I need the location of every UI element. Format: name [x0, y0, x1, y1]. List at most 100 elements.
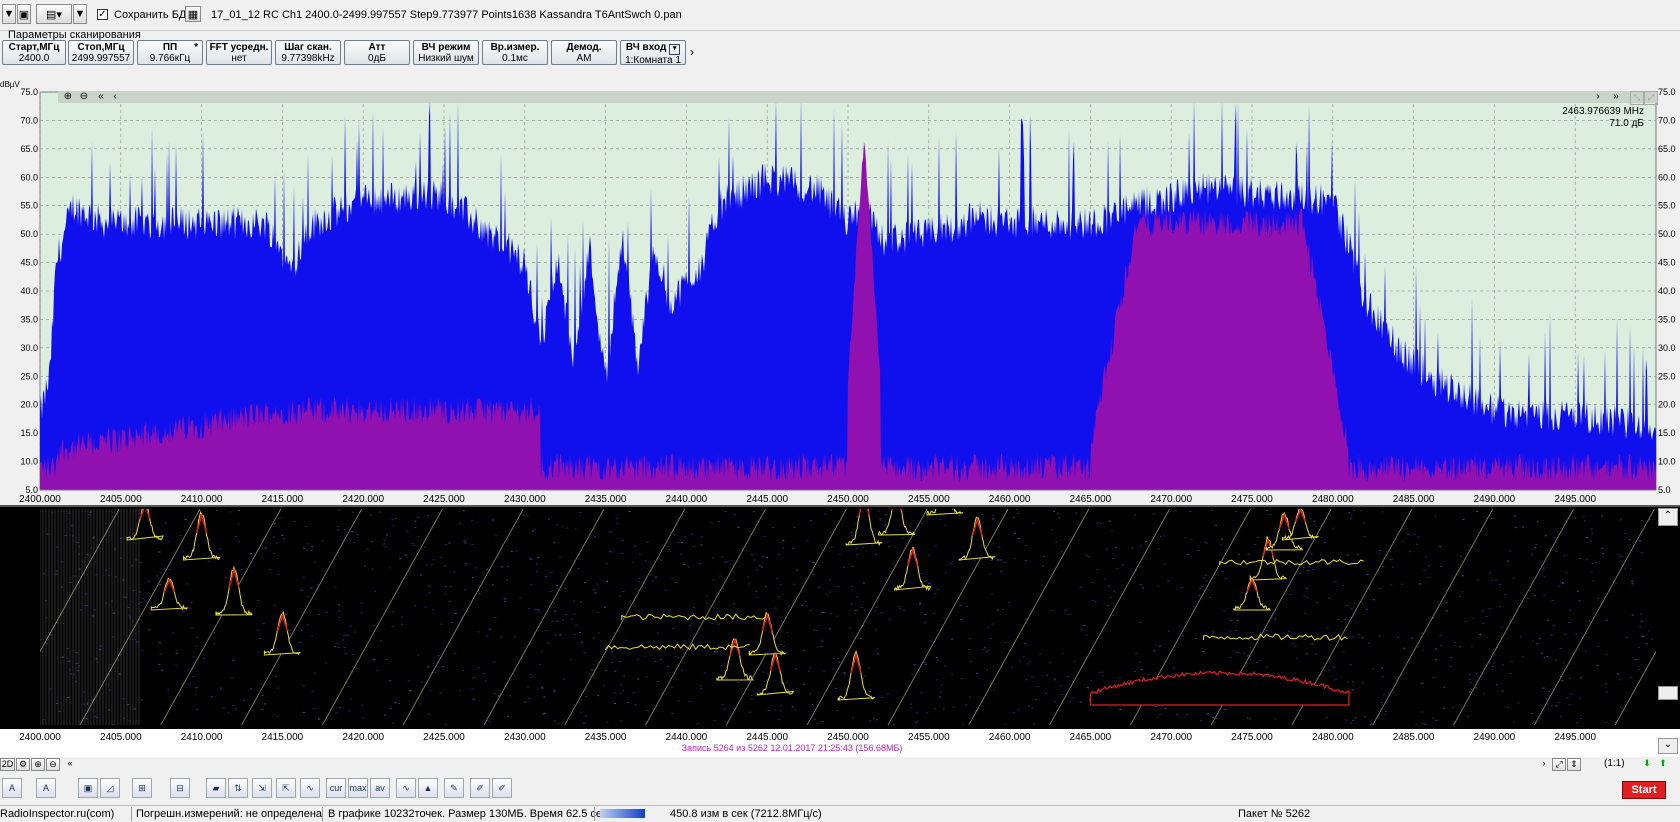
scroll-last-icon[interactable]: » — [1610, 91, 1622, 103]
x-tick-label: 2445.000 — [746, 494, 788, 505]
scroll-left-icon[interactable]: ‹ — [109, 91, 121, 103]
collapse-icon[interactable]: ⤡ — [1630, 91, 1644, 105]
chevron-down-icon[interactable]: ▾ — [669, 44, 681, 55]
analyzer-canvas: 75.0 70.0 65.0 60.0 55.0 50.0 45.0 40.0 35.0 30.0… — [0, 87, 1680, 757]
param-value: AM — [576, 53, 592, 64]
settings-icon[interactable]: ⚙ — [16, 758, 30, 771]
marker-delete-icon[interactable]: ✐ — [492, 778, 512, 798]
file-icon[interactable]: ▦ — [185, 6, 201, 22]
load-icon[interactable]: ▼ — [2, 4, 16, 24]
param-title-text: ВЧ вход — [625, 42, 667, 53]
param-stop-freq[interactable]: Стоп,МГц 2499.997557 — [68, 40, 134, 65]
marker-edit-icon[interactable]: ✐ — [470, 778, 490, 798]
y-tick-label-right: 60.0 — [1658, 172, 1676, 182]
y-tick-label-right: 10.0 — [1658, 457, 1676, 467]
marker-icon[interactable]: ✎ — [444, 778, 464, 798]
x-tick-label: 2420.000 — [342, 732, 384, 743]
top-toolbar: ▼ ▣ ▤▾ ▼ ✓ Сохранить БД ▦ 17_01_12 RC Ch… — [0, 0, 1680, 31]
spectrum-plot-area — [39, 91, 1657, 491]
scroll-first-icon[interactable]: « — [95, 91, 107, 103]
grid-icon[interactable]: ⊟ — [170, 778, 190, 798]
x-tick-label: 2475.000 — [1231, 494, 1273, 505]
scroll-right-icon[interactable]: › — [1538, 758, 1550, 771]
save-db-checkbox[interactable]: ✓ — [97, 9, 108, 20]
scroll-first-icon[interactable]: « — [64, 758, 76, 771]
y-tick-label-right: 75.0 — [1658, 87, 1676, 97]
current-spectrum-trace — [40, 97, 1656, 490]
param-mark: * — [194, 42, 198, 53]
param-value: 2499.997557 — [71, 53, 131, 64]
x-tick-label: 2410.000 — [181, 494, 223, 505]
record-icon[interactable]: ▣ — [78, 778, 98, 798]
file-info: 17_01_12 RC Ch1 2400.0-2499.997557 Step9… — [211, 9, 682, 21]
upload-icon[interactable]: ⬆ — [1656, 758, 1670, 771]
chevron-right-icon[interactable]: › — [690, 45, 694, 59]
waterfall-scroll-thumb[interactable] — [1658, 686, 1678, 700]
trace-icon[interactable]: ∿ — [300, 778, 320, 798]
param-start-freq[interactable]: Старт,МГц 2400.0 — [2, 40, 66, 65]
y-tick-label: 70.0 — [20, 115, 38, 125]
y-tick-label-right: 70.0 — [1658, 115, 1676, 125]
param-rf-mode[interactable]: ВЧ режим Низкий шум — [413, 40, 479, 65]
param-bandwidth[interactable]: ПП * 9.766кГц — [137, 40, 203, 65]
spectrum-scrollbar — [58, 91, 1658, 103]
param-title: ВЧ режим — [421, 42, 471, 53]
compare-icon[interactable]: ⊞ — [132, 778, 152, 798]
current-trace-icon[interactable]: cur — [326, 778, 346, 798]
y-axis-labels-right: 75.0 70.0 65.0 60.0 55.0 50.0 45.0 40.0 35.0 30.0… — [1658, 87, 1676, 495]
view-2d-button[interactable]: 2D — [0, 758, 15, 771]
x-axis-labels-spectrum: 2400.000 2405.000 2410.000 2415.000 2420.000… — [19, 494, 1596, 505]
waterfall-peaks — [126, 509, 1364, 706]
param-attenuator[interactable]: Атт 0дБ — [344, 40, 410, 65]
x-tick-label: 2495.000 — [1554, 494, 1596, 505]
waterfall-background — [0, 507, 1680, 729]
fit-icon[interactable]: ⤢ — [1552, 758, 1566, 771]
scale-label: (1:1) — [1604, 758, 1625, 769]
param-title: Старт,МГц — [8, 42, 60, 53]
param-scan-step[interactable]: Шаг скан. 9.77398kHz — [275, 40, 341, 65]
fit-vertical-icon[interactable]: ⇕ — [1567, 758, 1581, 771]
zoom-out-icon[interactable]: ⊖ — [46, 758, 60, 771]
y-tick-label-right: 65.0 — [1658, 144, 1676, 154]
max-trace-icon[interactable]: max — [348, 778, 368, 798]
x-tick-label: 2430.000 — [504, 732, 546, 743]
folder-icon[interactable]: ▰ — [206, 778, 226, 798]
zoom-in-icon[interactable]: ⊕ — [61, 91, 75, 103]
chart-icon[interactable]: ◿ — [100, 778, 120, 798]
scroll-up-icon[interactable]: ⌃ — [1658, 508, 1678, 526]
x-tick-label: 2415.000 — [262, 732, 304, 743]
param-demod[interactable]: Демод. AM — [551, 40, 617, 65]
zoom-out-icon[interactable]: ⊖ — [77, 91, 91, 103]
param-rf-input[interactable]: ВЧ вход ▾ 1:Комната 1 — [620, 40, 686, 66]
y-tick-label-right: 50.0 — [1658, 229, 1676, 239]
param-title-text: ПП — [162, 42, 178, 53]
import-icon[interactable]: ⇱ — [276, 778, 296, 798]
amplitude-icon[interactable]: A — [2, 778, 22, 798]
download-icon[interactable]: ⬇ — [1640, 758, 1654, 771]
param-fft-avg[interactable]: FFT усредн. нет — [206, 40, 272, 65]
transfer-icon[interactable]: ⇅ — [228, 778, 248, 798]
x-tick-label: 2435.000 — [585, 494, 627, 505]
scroll-down-icon[interactable]: ⌄ — [1658, 738, 1678, 754]
start-button[interactable]: Start — [1622, 781, 1666, 799]
y-tick-label-right: 40.0 — [1658, 286, 1676, 296]
bottom-toolbar: A A ▣ ◿ ⊞ ⊟ ▰ ⇅ ⇲ ⇱ ∿ cur max av ∿ ▲ ✎ ✐… — [0, 775, 1680, 803]
amplitude-mode-icon[interactable]: A — [36, 778, 56, 798]
avg-trace-icon[interactable]: av — [370, 778, 390, 798]
zoom-in-icon[interactable]: ⊕ — [31, 758, 45, 771]
param-title: Атт — [368, 42, 386, 53]
expand-icon[interactable]: ⤢ — [1644, 91, 1658, 105]
save-icon[interactable]: ▣ — [17, 4, 31, 24]
x-tick-label: 2490.000 — [1474, 732, 1516, 743]
x-tick-label: 2415.000 — [262, 494, 304, 505]
min-trace-icon[interactable]: ∿ — [396, 778, 416, 798]
param-measure-time[interactable]: Вр.измер. 0.1мс — [482, 40, 548, 65]
y-tick-label: 60.0 — [20, 172, 38, 182]
spectrum-view-icon[interactable]: ▲ — [418, 778, 438, 798]
status-packet: Пакет № 5262 — [1238, 808, 1311, 820]
export-icon[interactable]: ⇲ — [252, 778, 272, 798]
scroll-right-icon[interactable]: › — [1592, 91, 1604, 103]
y-axis-labels-left: 75.0 70.0 65.0 60.0 55.0 50.0 45.0 40.0 35.0 30.0… — [20, 87, 38, 495]
dropdown-arrow-icon[interactable]: ▼ — [73, 4, 87, 24]
database-icon[interactable]: ▤▾ — [36, 4, 72, 24]
